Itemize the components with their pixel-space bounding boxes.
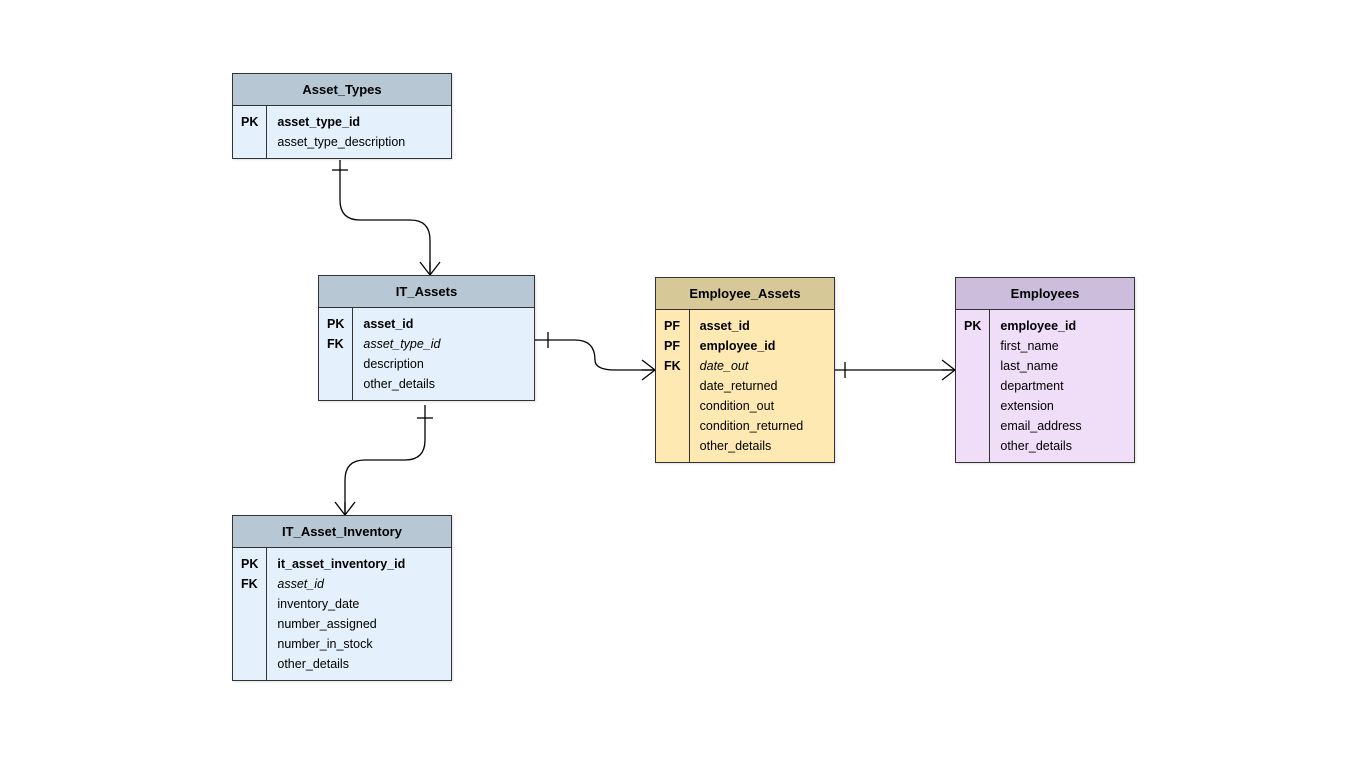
field: it_asset_inventory_id bbox=[277, 554, 441, 574]
field: date_returned bbox=[700, 376, 824, 396]
field: extension bbox=[1000, 396, 1124, 416]
field: asset_type_id bbox=[277, 112, 441, 132]
field: employee_id bbox=[700, 336, 824, 356]
field: asset_id bbox=[277, 574, 441, 594]
field: last_name bbox=[1000, 356, 1124, 376]
field: other_details bbox=[1000, 436, 1124, 456]
key-label bbox=[964, 436, 981, 456]
key-label bbox=[241, 614, 258, 634]
field: first_name bbox=[1000, 336, 1124, 356]
field: number_in_stock bbox=[277, 634, 441, 654]
field: asset_id bbox=[363, 314, 524, 334]
key-label bbox=[664, 416, 681, 436]
field: asset_id bbox=[700, 316, 824, 336]
key-label bbox=[664, 436, 681, 456]
keys-column: PF PF FK bbox=[656, 310, 690, 462]
keys-column: PK FK bbox=[233, 548, 267, 680]
field: condition_returned bbox=[700, 416, 824, 436]
key-label bbox=[964, 356, 981, 376]
keys-column: PK bbox=[956, 310, 990, 462]
fields-column: employee_id first_name last_name departm… bbox=[990, 310, 1134, 462]
key-label bbox=[241, 594, 258, 614]
fields-column: asset_id employee_id date_out date_retur… bbox=[690, 310, 834, 462]
key-label bbox=[964, 376, 981, 396]
field: other_details bbox=[363, 374, 524, 394]
entity-it-assets[interactable]: IT_Assets PK FK asset_id asset_type_id d… bbox=[318, 275, 535, 401]
field: condition_out bbox=[700, 396, 824, 416]
entity-asset-types[interactable]: Asset_Types PK asset_type_id asset_type_… bbox=[232, 73, 452, 159]
key-label bbox=[964, 416, 981, 436]
field: other_details bbox=[700, 436, 824, 456]
field: employee_id bbox=[1000, 316, 1124, 336]
fields-column: asset_type_id asset_type_description bbox=[267, 106, 451, 158]
key-label bbox=[964, 396, 981, 416]
key-label bbox=[327, 354, 344, 374]
field: date_out bbox=[700, 356, 824, 376]
field: email_address bbox=[1000, 416, 1124, 436]
key-label bbox=[664, 396, 681, 416]
key-label: PF bbox=[664, 316, 681, 336]
field: department bbox=[1000, 376, 1124, 396]
keys-column: PK bbox=[233, 106, 267, 158]
key-label: PK bbox=[327, 314, 344, 334]
key-label bbox=[241, 654, 258, 674]
fields-column: asset_id asset_type_id description other… bbox=[353, 308, 534, 400]
field: description bbox=[363, 354, 524, 374]
key-label: PK bbox=[241, 112, 258, 132]
fields-column: it_asset_inventory_id asset_id inventory… bbox=[267, 548, 451, 680]
entity-employees[interactable]: Employees PK employee_id first_name last… bbox=[955, 277, 1135, 463]
key-label: FK bbox=[664, 356, 681, 376]
entity-title: Employees bbox=[956, 278, 1134, 310]
key-label: FK bbox=[327, 334, 344, 354]
field: number_assigned bbox=[277, 614, 441, 634]
entity-title: IT_Assets bbox=[319, 276, 534, 308]
key-label bbox=[664, 376, 681, 396]
keys-column: PK FK bbox=[319, 308, 353, 400]
key-label: FK bbox=[241, 574, 258, 594]
entity-title: Employee_Assets bbox=[656, 278, 834, 310]
field: asset_type_id bbox=[363, 334, 524, 354]
entity-title: Asset_Types bbox=[233, 74, 451, 106]
entity-title: IT_Asset_Inventory bbox=[233, 516, 451, 548]
field: inventory_date bbox=[277, 594, 441, 614]
field: asset_type_description bbox=[277, 132, 441, 152]
key-label: PF bbox=[664, 336, 681, 356]
entity-employee-assets[interactable]: Employee_Assets PF PF FK asset_id employ… bbox=[655, 277, 835, 463]
key-label bbox=[327, 374, 344, 394]
key-label: PK bbox=[241, 554, 258, 574]
key-label bbox=[241, 634, 258, 654]
entity-it-asset-inventory[interactable]: IT_Asset_Inventory PK FK it_asset_invent… bbox=[232, 515, 452, 681]
field: other_details bbox=[277, 654, 441, 674]
key-label bbox=[964, 336, 981, 356]
key-label: PK bbox=[964, 316, 981, 336]
